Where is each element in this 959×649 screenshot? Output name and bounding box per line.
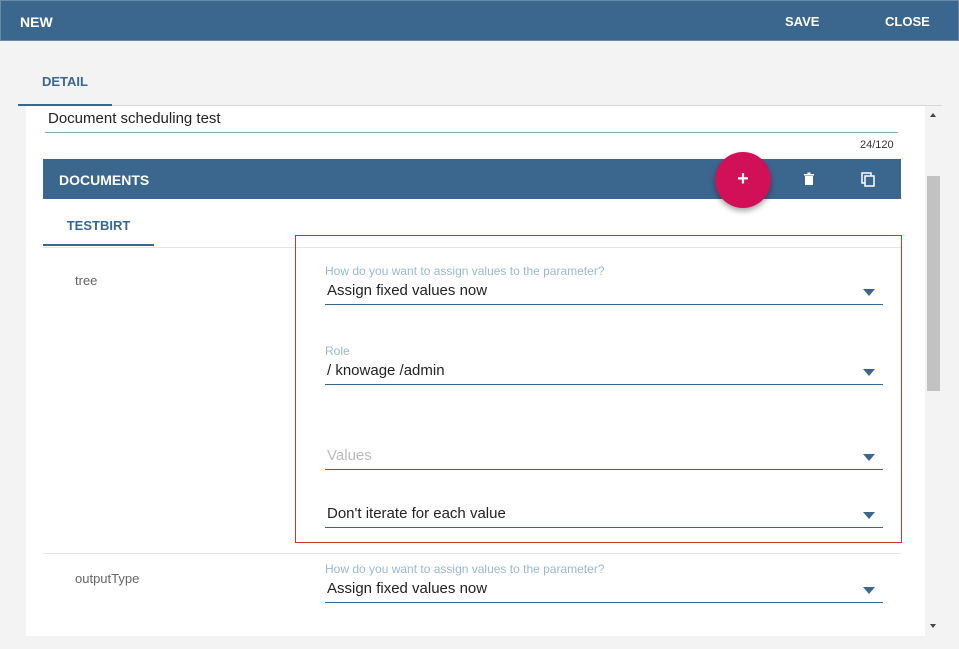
chevron-down-icon xyxy=(863,512,875,519)
documents-toolbar: DOCUMENTS xyxy=(43,159,901,199)
role-label: Role xyxy=(325,344,350,358)
role-field: Role / knowage /admin xyxy=(325,344,883,385)
tab-detail[interactable]: DETAIL xyxy=(18,62,112,106)
tab-bar: DETAIL xyxy=(18,62,942,106)
assign-method-field: How do you want to assign values to the … xyxy=(325,264,883,305)
chevron-down-icon xyxy=(863,587,875,594)
chevron-down-icon xyxy=(863,289,875,296)
parameter-name: outputType xyxy=(75,571,140,586)
save-button[interactable]: SAVE xyxy=(785,14,819,29)
scroll-up-icon[interactable] xyxy=(930,113,936,117)
iterate-select[interactable]: Don't iterate for each value xyxy=(325,503,883,528)
iterate-field: Don't iterate for each value xyxy=(325,503,883,528)
role-value: / knowage /admin xyxy=(327,362,445,379)
assign-method-select[interactable]: Assign fixed values now xyxy=(325,578,883,603)
parameter-divider xyxy=(43,553,901,554)
copy-icon[interactable] xyxy=(860,171,876,187)
scroll-thumb[interactable] xyxy=(927,176,940,391)
assign-method-label: How do you want to assign values to the … xyxy=(325,562,605,576)
scroll-down-icon[interactable] xyxy=(930,624,936,628)
char-counter: 24/120 xyxy=(860,139,894,151)
parameter-name: tree xyxy=(75,273,98,288)
role-select[interactable]: / knowage /admin xyxy=(325,360,883,385)
documents-title: DOCUMENTS xyxy=(59,172,150,188)
dialog-toolbar: NEW SAVE CLOSE xyxy=(0,0,959,41)
name-input[interactable]: Document scheduling test xyxy=(45,108,898,133)
add-document-button[interactable]: + xyxy=(715,152,771,208)
detail-panel: Document scheduling test 24/120 DOCUMENT… xyxy=(26,106,925,636)
values-select[interactable]: Values xyxy=(325,445,883,470)
tab-testbirt[interactable]: TESTBIRT xyxy=(43,206,154,246)
assign-method-value: Assign fixed values now xyxy=(327,580,488,597)
trash-icon[interactable] xyxy=(801,171,817,187)
vertical-scrollbar[interactable] xyxy=(925,106,942,636)
assign-method-select[interactable]: Assign fixed values now xyxy=(325,280,883,305)
chevron-down-icon xyxy=(863,454,875,461)
assign-method-field: How do you want to assign values to the … xyxy=(325,562,883,603)
close-button[interactable]: CLOSE xyxy=(885,14,930,29)
dialog-title: NEW xyxy=(20,14,53,30)
values-placeholder: Values xyxy=(327,447,372,464)
iterate-value: Don't iterate for each value xyxy=(327,505,506,522)
chevron-down-icon xyxy=(863,369,875,376)
assign-method-label: How do you want to assign values to the … xyxy=(325,264,605,278)
assign-method-value: Assign fixed values now xyxy=(327,282,488,299)
values-field: Values xyxy=(325,445,883,470)
